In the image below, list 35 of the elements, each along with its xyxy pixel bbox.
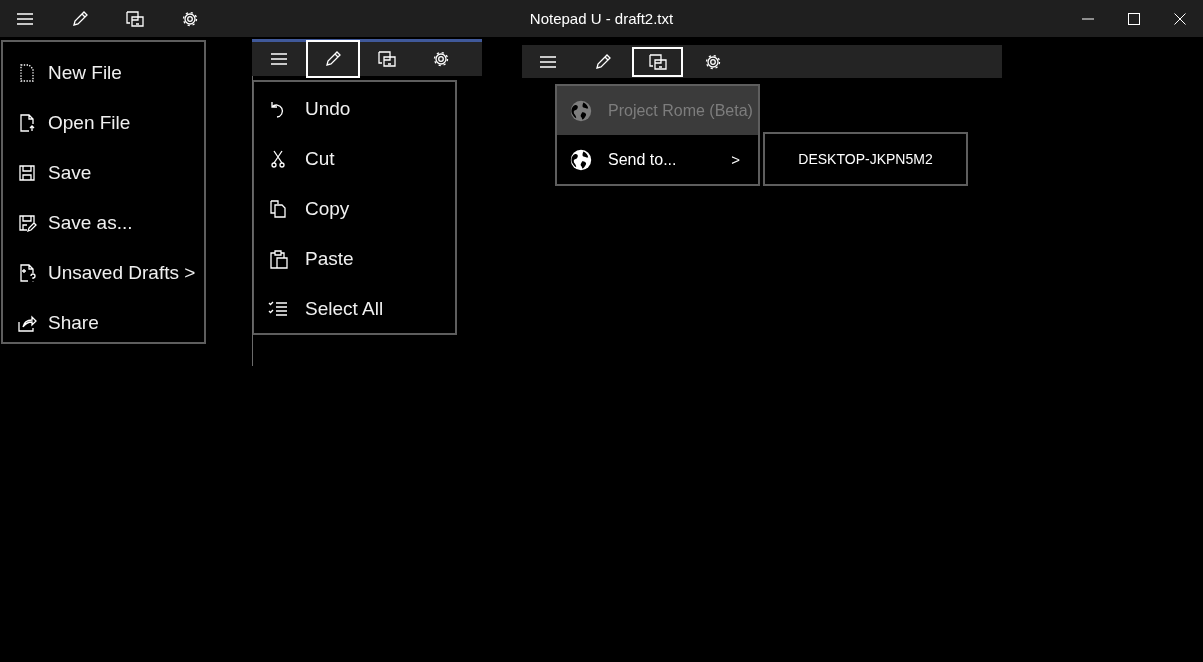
menu-item[interactable]: Share — [3, 298, 204, 348]
document-icon — [17, 63, 37, 83]
close-icon — [1174, 12, 1186, 25]
menu-item[interactable]: Send to... > — [557, 135, 758, 184]
scissors-icon — [268, 149, 288, 169]
copy-icon — [268, 199, 288, 219]
monitor-icon — [647, 51, 668, 72]
checklist-icon — [268, 299, 288, 319]
share-icon — [17, 313, 37, 333]
menu-item[interactable]: Select All — [254, 284, 455, 334]
menu-item[interactable]: Save as... — [3, 198, 204, 248]
menu-item[interactable]: Undo — [254, 84, 455, 134]
menu-item[interactable]: Cut — [254, 134, 455, 184]
device-item[interactable]: DESKTOP-JKPN5M2 — [763, 132, 968, 186]
settings-icon — [431, 49, 451, 69]
menu-item[interactable]: New File — [3, 48, 204, 98]
clipboard-icon — [268, 249, 288, 269]
monitor-icon — [125, 8, 145, 29]
globe-icon — [569, 147, 593, 172]
minimize-icon — [1082, 17, 1094, 20]
menu-item[interactable]: Open File — [3, 98, 204, 148]
document-icon — [17, 263, 37, 283]
maximize-icon — [1128, 12, 1140, 25]
globe-icon — [569, 98, 593, 123]
document-icon — [17, 113, 37, 133]
menu-item[interactable]: Unsaved Drafts > — [3, 248, 204, 298]
monitor-button[interactable] — [632, 46, 683, 77]
submenu-arrow: > — [731, 151, 740, 168]
pencil-button[interactable] — [306, 40, 360, 78]
window-title: Notepad U - draft2.txt — [528, 10, 675, 27]
menu-item[interactable]: Copy — [254, 184, 455, 234]
monitor-icon — [377, 49, 397, 69]
pencil-icon — [323, 49, 343, 69]
menu-item[interactable]: Save — [3, 148, 204, 198]
menu-item[interactable]: Paste — [254, 234, 455, 284]
